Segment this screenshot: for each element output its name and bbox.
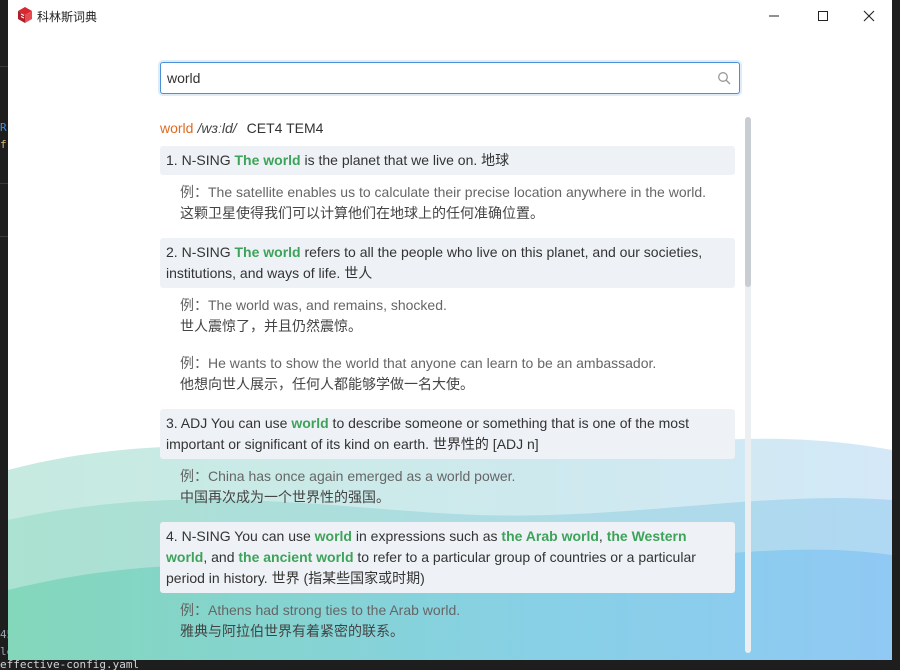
definition-text: ,: [598, 528, 607, 544]
example-sentence: 例：Athens had strong ties to the Arab wor…: [160, 593, 735, 649]
definition-text: N-SING: [181, 244, 235, 260]
headword[interactable]: world: [160, 120, 193, 136]
dictionary-logo-icon: [18, 7, 32, 23]
maximize-icon: [818, 11, 828, 21]
minimize-icon: [769, 15, 779, 17]
search-box[interactable]: [160, 62, 740, 94]
bg-editor-mark: R: [0, 121, 7, 134]
definition-text: , and: [203, 549, 239, 565]
sense-number: 3.: [166, 415, 181, 431]
close-button[interactable]: [846, 0, 892, 32]
search-input[interactable]: [167, 63, 707, 93]
bg-editor-status: effective-config.yaml]: [0, 660, 140, 670]
definition-text: ADJ You can use: [180, 415, 292, 431]
sense-list: 1. N-SING The world is the planet that w…: [160, 146, 735, 649]
title-bar: 科林斯词典: [8, 0, 892, 32]
example-english: 例：He wants to show the world that anyone…: [180, 355, 657, 371]
maximize-button[interactable]: [800, 0, 846, 32]
example-sentence: 例：He wants to show the world that anyone…: [160, 344, 735, 402]
sense-definition: 3. ADJ You can use world to describe som…: [160, 409, 735, 459]
example-chinese: 雅典与阿拉伯世界有着紧密的联系。: [180, 623, 404, 639]
sense-definition: 2. N-SING The world refers to all the pe…: [160, 238, 735, 288]
example-english: 例：The satellite enables us to calculate …: [180, 184, 707, 200]
example-chinese: 中国再次成为一个世界性的强国。: [180, 489, 390, 505]
search-icon[interactable]: [717, 71, 731, 85]
close-icon: [863, 10, 875, 22]
example-chinese: 这颗卫星使得我们可以计算他们在地球上的任何准确位置。: [180, 205, 544, 221]
example-english: 例：The world was, and remains, shocked.: [180, 297, 447, 313]
example-english: 例：China has once again emerged as a worl…: [180, 468, 516, 484]
sense-definition: 4. N-SING You can use world in expressio…: [160, 522, 735, 593]
phonetic: /wɜːld/: [197, 120, 237, 136]
highlighted-phrase: the ancient world: [238, 549, 354, 565]
example-chinese: 他想向世人展示，任何人都能够学做一名大使。: [180, 376, 474, 392]
example-sentence: 例：The world was, and remains, shocked. 世人…: [160, 288, 735, 344]
example-english: 例：Athens had strong ties to the Arab wor…: [180, 602, 461, 618]
minimize-button[interactable]: [751, 0, 797, 32]
example-sentence: 例：The satellite enables us to calculate …: [160, 175, 735, 231]
headword-line: world/wɜːld/CET4 TEM4: [160, 117, 735, 139]
app-title: 科林斯词典: [37, 10, 98, 24]
sense-definition: 1. N-SING The world is the planet that w…: [160, 146, 735, 175]
highlighted-phrase: The world: [234, 152, 301, 168]
example-sentence: 例：China has once again emerged as a worl…: [160, 459, 735, 515]
definition-text: N-SING: [181, 152, 235, 168]
scrollbar-track[interactable]: [745, 117, 751, 653]
highlighted-phrase: world: [291, 415, 329, 431]
definition-text: N-SING You can use: [181, 528, 315, 544]
highlighted-phrase: The world: [234, 244, 301, 260]
exam-tags: CET4 TEM4: [246, 120, 324, 136]
sense-number: 2.: [166, 244, 182, 260]
definition-text: in expressions such as: [352, 528, 502, 544]
highlighted-phrase: the Arab world: [501, 528, 599, 544]
scrollbar-thumb[interactable]: [745, 117, 751, 287]
highlighted-phrase: world: [314, 528, 352, 544]
result-panel: world/wɜːld/CET4 TEM4 1. N-SING The worl…: [160, 117, 735, 660]
sense-number: 1.: [166, 152, 182, 168]
example-chinese: 世人震惊了，并且仍然震惊。: [180, 318, 362, 334]
sense-number: 4.: [166, 528, 182, 544]
bg-editor-mark: f: [0, 138, 7, 151]
dictionary-window: 科林斯词典 world/wɜːld/CET4 TEM4 1. N-SING Th…: [8, 0, 892, 660]
definition-text: is the planet that we live on. 地球: [300, 152, 510, 168]
